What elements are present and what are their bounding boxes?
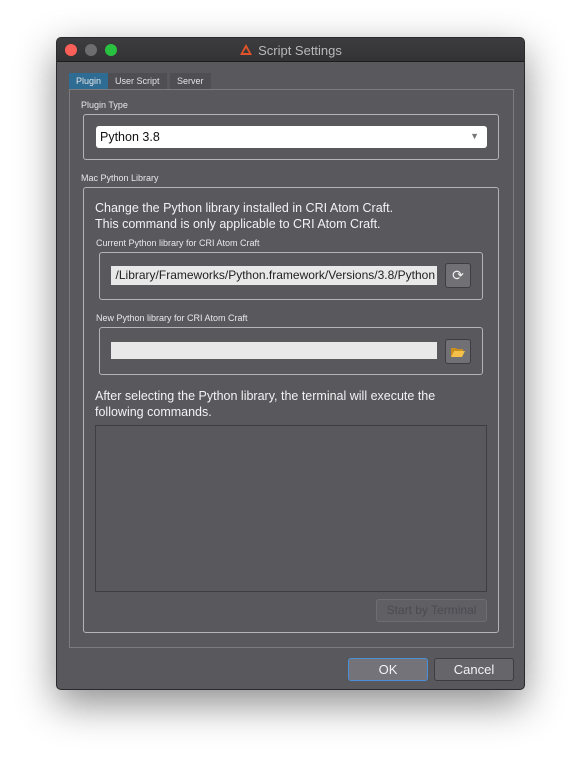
refresh-button[interactable]: ⟳ <box>445 263 471 288</box>
plugin-type-select[interactable]: Python 3.8 ▼ <box>96 126 487 148</box>
mac-python-label: Mac Python Library <box>81 173 159 183</box>
title-bar: Script Settings <box>57 38 524 62</box>
new-library-field[interactable] <box>111 342 437 359</box>
tab-server[interactable]: Server <box>170 73 211 90</box>
description-line-2: This command is only applicable to CRI A… <box>95 217 381 231</box>
after-text-line-1: After selecting the Python library, the … <box>95 389 436 403</box>
after-text-line-2: following commands. <box>95 405 212 419</box>
commands-textarea[interactable] <box>95 425 487 592</box>
plugin-type-value: Python 3.8 <box>100 130 160 144</box>
ok-button[interactable]: OK <box>348 658 428 681</box>
window-title: Script Settings <box>258 43 342 58</box>
folder-open-icon <box>451 348 465 357</box>
start-by-terminal-button[interactable]: Start by Terminal <box>376 599 487 622</box>
tab-plugin[interactable]: Plugin <box>69 73 109 90</box>
current-library-label: Current Python library for CRI Atom Craf… <box>96 238 260 248</box>
description-line-1: Change the Python library installed in C… <box>95 201 394 215</box>
script-settings-window: Script Settings Plugin User Script Serve… <box>56 37 525 690</box>
browse-button[interactable] <box>445 339 471 364</box>
current-library-field[interactable]: /Library/Frameworks/Python.framework/Ver… <box>111 266 437 285</box>
refresh-icon: ⟳ <box>452 267 464 283</box>
tab-user-script[interactable]: User Script <box>108 73 167 90</box>
new-library-label: New Python library for CRI Atom Craft <box>96 313 248 323</box>
atom-craft-logo-icon <box>239 43 253 56</box>
chevron-down-icon: ▼ <box>470 131 479 141</box>
plugin-type-label: Plugin Type <box>81 100 128 110</box>
cancel-button[interactable]: Cancel <box>434 658 514 681</box>
